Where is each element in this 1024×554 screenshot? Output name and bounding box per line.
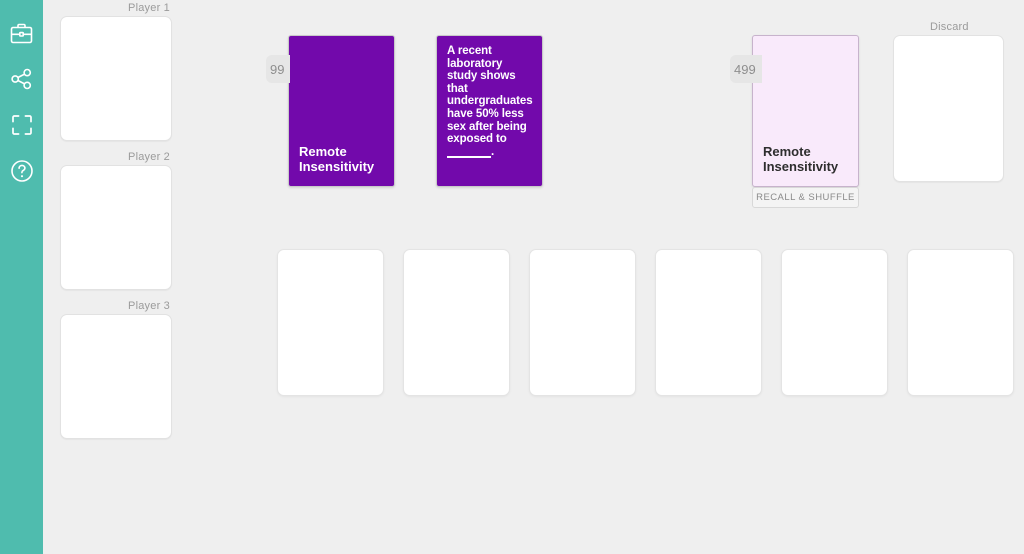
played-card-blank [447,147,491,159]
played-card-period: . [491,145,495,158]
hand-card[interactable] [781,249,888,396]
discard-pile-slot[interactable] [893,35,1004,182]
played-card-face[interactable]: A recent laboratory study shows that und… [436,35,543,187]
draw-deck-title: Remote Insensitivity [299,144,375,174]
game-board: 99 Remote Insensitivity A recent laborat… [0,0,1024,554]
draw-deck-card[interactable]: Remote Insensitivity [288,35,395,187]
discard-deck-count[interactable]: 499 [730,55,762,83]
played-card-prompt: A recent laboratory study shows that und… [447,45,533,146]
discard-pile-label: Discard [930,21,969,33]
played-card-text: A recent laboratory study shows that und… [447,45,533,159]
hand-card[interactable] [907,249,1014,396]
draw-deck-count[interactable]: 99 [266,55,291,83]
discard-deck-title: Remote Insensitivity [763,144,839,174]
discard-deck: 499 Remote Insensitivity RECALL & SHUFFL… [730,35,859,208]
hand-card[interactable] [277,249,384,396]
hand-card[interactable] [403,249,510,396]
draw-deck: 99 Remote Insensitivity [266,35,395,187]
hand-card[interactable] [529,249,636,396]
recall-and-shuffle-button[interactable]: RECALL & SHUFFLE [752,187,859,208]
discard-deck-card[interactable]: Remote Insensitivity [752,35,859,187]
hand-card[interactable] [655,249,762,396]
played-card: A recent laboratory study shows that und… [436,35,543,187]
